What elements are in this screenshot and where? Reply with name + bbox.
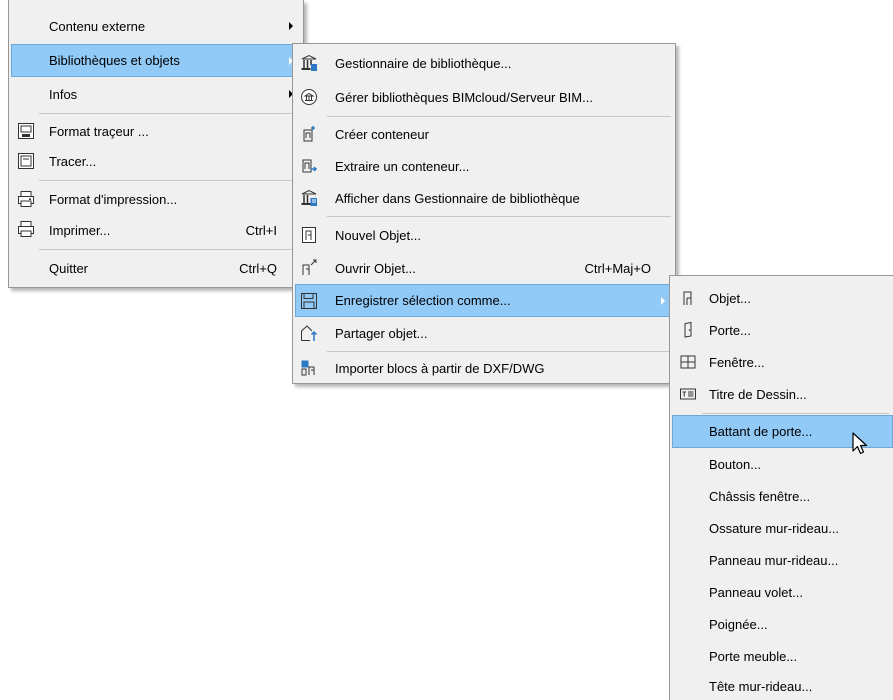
menu-item-label: Bibliothèques et objets xyxy=(49,53,180,68)
printer-icon xyxy=(17,220,35,238)
menu-item-print[interactable]: Imprimer... Ctrl+I xyxy=(11,214,301,246)
menu-item-label: Fenêtre... xyxy=(709,354,765,370)
library-manager-icon xyxy=(300,54,318,72)
menu-item-plotter-setup[interactable]: Format traçeur ... xyxy=(11,116,301,146)
menu-item-door[interactable]: Porte... xyxy=(672,314,891,346)
menu-item-shortcut: Ctrl+Q xyxy=(239,260,277,276)
share-object-icon xyxy=(300,324,318,342)
window-icon xyxy=(679,353,697,371)
menu-item-label: Extraire un conteneur... xyxy=(335,158,470,174)
plot-icon xyxy=(17,152,35,170)
menu-separator xyxy=(327,116,671,117)
menu-item-label: Gérer bibliothèques BIMcloud/Serveur BIM… xyxy=(335,89,593,105)
menu-item-save-selection-as[interactable]: Enregistrer sélection comme... xyxy=(295,284,673,317)
menu-item-label: Gestionnaire de bibliothèque... xyxy=(335,55,512,71)
menu-item-label: Bouton... xyxy=(709,456,762,472)
menu-item-extract-container[interactable]: Extraire un conteneur... xyxy=(295,150,673,182)
bimcloud-library-icon xyxy=(300,88,318,106)
menu-item-open-object[interactable]: Ouvrir Objet... Ctrl+Maj+O xyxy=(295,252,673,284)
menu-item-label: Objet... xyxy=(709,290,751,306)
menu-item-label: Ouvrir Objet... xyxy=(335,260,416,276)
menu-item-label: Importer blocs à partir de DXF/DWG xyxy=(335,360,545,376)
menu-item-window-sash[interactable]: Châssis fenêtre... xyxy=(672,480,891,512)
menu-separator xyxy=(39,249,299,250)
new-object-icon xyxy=(300,226,318,244)
menu-item-label: Battant de porte... xyxy=(709,424,813,439)
menu-item-window[interactable]: Fenêtre... xyxy=(672,346,891,378)
open-object-icon xyxy=(300,259,318,277)
menu-item-label: Enregistrer sélection comme... xyxy=(335,293,511,308)
drawing-title-icon xyxy=(679,385,697,403)
menu-item-shortcut: Ctrl+I xyxy=(245,222,277,238)
menu-item-label: Imprimer... xyxy=(49,222,111,238)
menu-item-label: Porte meuble... xyxy=(709,648,798,664)
menu-item-show-in-library-manager[interactable]: Afficher dans Gestionnaire de bibliothèq… xyxy=(295,182,673,214)
menu-separator xyxy=(327,351,671,352)
menu-item-label: Titre de Dessin... xyxy=(709,386,807,402)
menu-item-new-object[interactable]: Nouvel Objet... xyxy=(295,218,673,252)
menu-item-label: Créer conteneur xyxy=(335,126,429,142)
menu-item-plot[interactable]: Tracer... xyxy=(11,146,301,176)
menu-item-label: Tracer... xyxy=(49,153,97,169)
page-setup-icon xyxy=(17,190,35,208)
menu-item-label: Châssis fenêtre... xyxy=(709,488,811,504)
menu-item-label: Panneau mur-rideau... xyxy=(709,552,839,568)
show-in-library-icon xyxy=(300,189,318,207)
menu-separator xyxy=(39,113,299,114)
submenu-arrow-icon xyxy=(289,22,293,30)
menu-item-label: Format traçeur ... xyxy=(49,123,149,139)
menu-item-quit[interactable]: Quitter Ctrl+Q xyxy=(11,252,301,284)
menu-item-label: Afficher dans Gestionnaire de bibliothèq… xyxy=(335,190,580,206)
menu-item-external-content[interactable]: Contenu externe xyxy=(11,10,301,42)
menu-separator xyxy=(39,180,299,181)
menu-item-libraries-objects[interactable]: Bibliothèques et objets xyxy=(11,44,301,77)
mouse-cursor-icon xyxy=(852,432,872,458)
menu-item-handle[interactable]: Poignée... xyxy=(672,608,891,640)
menu-item-label: Nouvel Objet... xyxy=(335,227,421,243)
menu-item-drawing-title[interactable]: Titre de Dessin... xyxy=(672,378,891,410)
import-dxf-icon xyxy=(300,359,318,377)
menu-item-bimcloud-libraries[interactable]: Gérer bibliothèques BIMcloud/Serveur BIM… xyxy=(295,80,673,114)
menu-item-share-object[interactable]: Partager objet... xyxy=(295,317,673,349)
menu-item-label: Quitter xyxy=(49,260,89,276)
menu-item-library-manager[interactable]: Gestionnaire de bibliothèque... xyxy=(295,46,673,80)
plotter-setup-icon xyxy=(17,122,35,140)
menu-separator xyxy=(702,413,889,414)
object-icon xyxy=(679,289,697,307)
menu-item-label: Tête mur-rideau... xyxy=(709,678,813,694)
save-selection-as-submenu: Objet... Porte... Fenêtre... Titre de De… xyxy=(669,275,893,700)
save-selection-icon xyxy=(300,292,318,310)
extract-container-icon xyxy=(300,157,318,175)
create-container-icon xyxy=(300,125,318,143)
menu-item-curtain-wall-panel[interactable]: Panneau mur-rideau... xyxy=(672,544,891,576)
menu-separator xyxy=(327,216,671,217)
menu-item-cabinet-door[interactable]: Porte meuble... xyxy=(672,640,891,672)
menu-item-shortcut: Ctrl+Maj+O xyxy=(584,260,651,276)
menu-item-infos[interactable]: Infos xyxy=(11,78,301,110)
menu-item-shutter-panel[interactable]: Panneau volet... xyxy=(672,576,891,608)
menu-item-label: Panneau volet... xyxy=(709,584,803,600)
menu-item-curtain-wall-head[interactable]: Tête mur-rideau... xyxy=(672,672,891,700)
menu-item-object[interactable]: Objet... xyxy=(672,282,891,314)
submenu-arrow-icon xyxy=(661,297,665,305)
menu-item-label: Contenu externe xyxy=(49,18,146,34)
menu-item-page-setup[interactable]: Format d'impression... xyxy=(11,184,301,214)
door-icon xyxy=(679,321,697,339)
menu-item-label: Porte... xyxy=(709,322,751,338)
menu-item-create-container[interactable]: Créer conteneur xyxy=(295,118,673,150)
menu-item-import-dxf[interactable]: Importer blocs à partir de DXF/DWG xyxy=(295,353,673,383)
menu-item-curtain-wall-frame[interactable]: Ossature mur-rideau... xyxy=(672,512,891,544)
menu-item-label: Ossature mur-rideau... xyxy=(709,520,840,536)
menu-item-label: Infos xyxy=(49,86,78,102)
menu-item-label: Poignée... xyxy=(709,616,768,632)
menu-item-label: Format d'impression... xyxy=(49,191,178,207)
file-menu: Contenu externe Bibliothèques et objets … xyxy=(8,0,304,288)
menu-item-label: Partager objet... xyxy=(335,325,428,341)
libraries-objects-submenu: Gestionnaire de bibliothèque... Gérer bi… xyxy=(292,43,676,384)
